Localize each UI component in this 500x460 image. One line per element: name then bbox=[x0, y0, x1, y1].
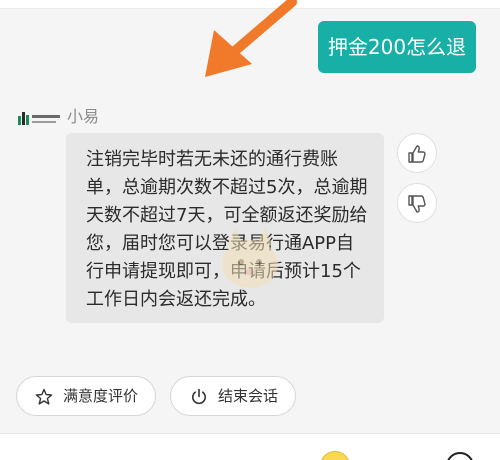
bottom-input-bar bbox=[0, 433, 500, 460]
bot-message-bubble: 注销完毕时若无未还的通行费账单，总逾期次数不超过5次，总逾期天数不超过7天，可全… bbox=[66, 133, 384, 323]
end-session-button[interactable]: 结束会话 bbox=[170, 376, 296, 416]
annotation-arrow bbox=[205, 0, 297, 77]
thumbs-up-icon bbox=[408, 145, 426, 163]
satisfaction-rating-button[interactable]: 满意度评价 bbox=[16, 376, 156, 416]
bot-avatar-logo bbox=[18, 110, 62, 128]
bot-name: 小易 bbox=[67, 107, 100, 126]
power-icon bbox=[192, 388, 206, 405]
dislike-button[interactable] bbox=[397, 183, 437, 223]
like-button[interactable] bbox=[397, 133, 437, 173]
thumbs-down-icon bbox=[408, 195, 426, 213]
bot-message-text: 注销完毕时若无未还的通行费账单，总逾期次数不超过5次，总逾期天数不超过7天，可全… bbox=[86, 149, 368, 310]
satisfaction-rating-label: 满意度评价 bbox=[63, 387, 139, 405]
star-icon bbox=[35, 388, 53, 405]
end-session-label: 结束会话 bbox=[218, 387, 279, 405]
